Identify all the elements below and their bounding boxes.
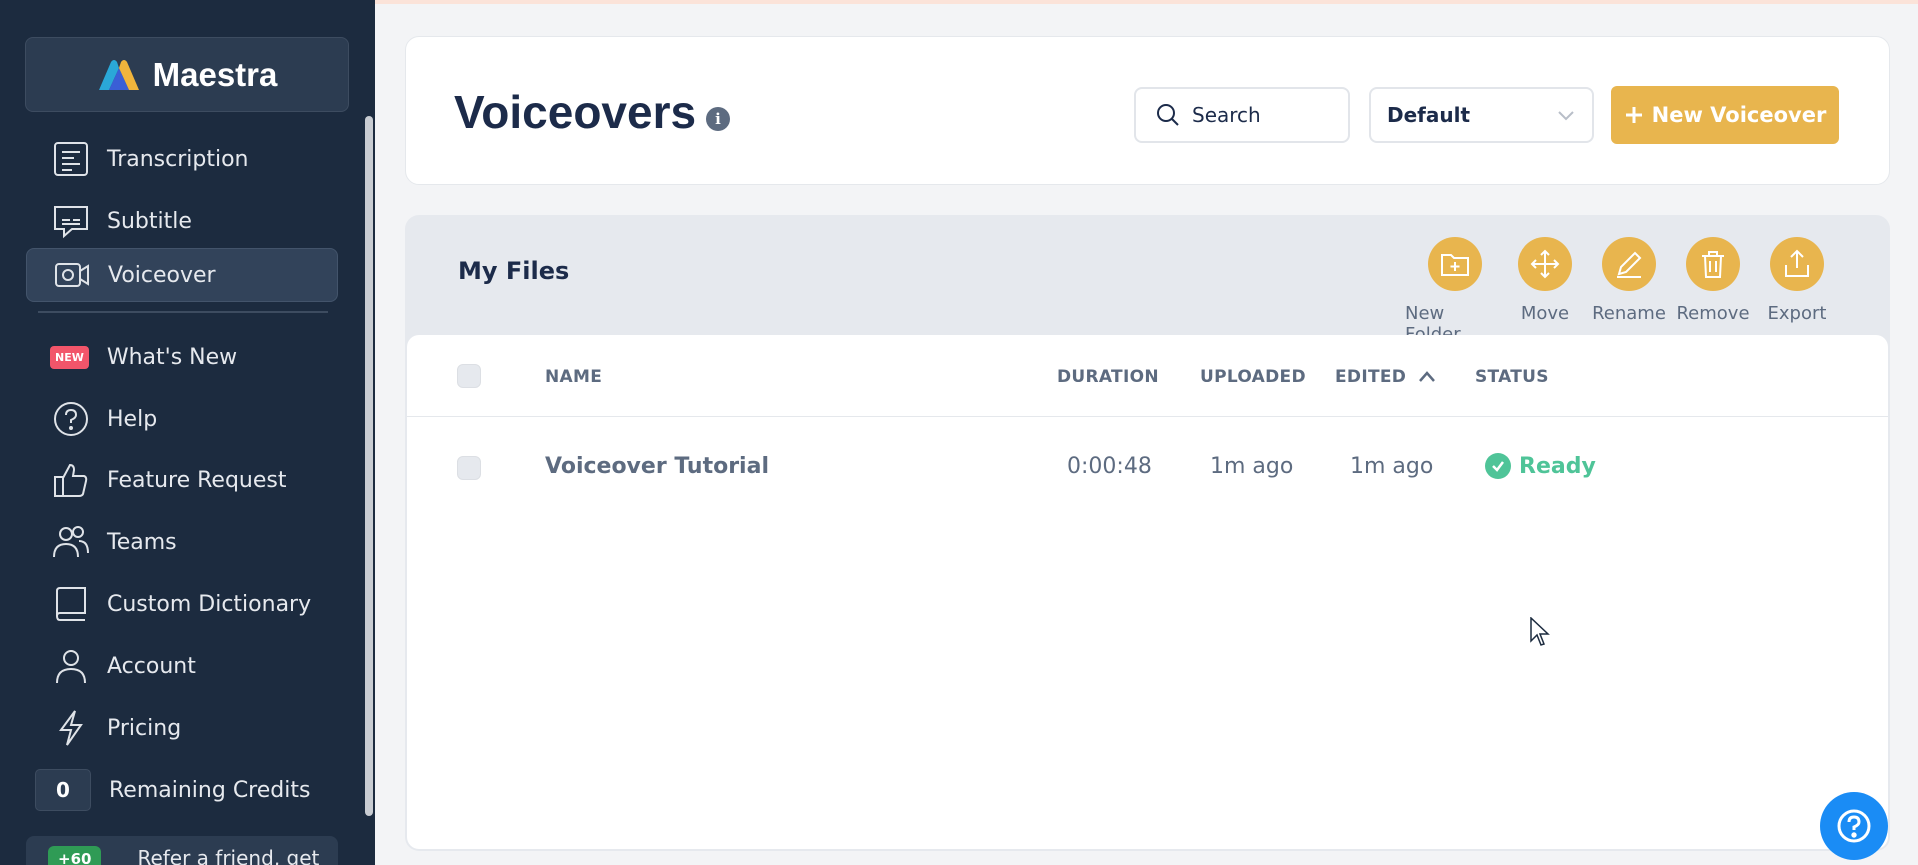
trash-icon (1686, 237, 1740, 291)
sidebar-divider (38, 311, 328, 313)
lightning-icon (51, 708, 91, 748)
refer-a-friend-banner[interactable]: +60 Refer a friend, get (26, 836, 338, 865)
credits-count: 0 (35, 769, 91, 811)
action-label: Move (1520, 303, 1570, 324)
info-icon[interactable]: i (706, 107, 730, 131)
mouse-cursor-icon (1530, 617, 1550, 646)
sidebar-item-account[interactable]: Account (26, 639, 338, 693)
sidebar-item-help[interactable]: Help (26, 392, 338, 446)
file-name[interactable]: Voiceover Tutorial (545, 454, 769, 479)
search-input[interactable] (1192, 103, 1332, 127)
page-title: Voiceovers (454, 86, 697, 138)
column-uploaded[interactable]: UPLOADED (1200, 367, 1306, 387)
sidebar-item-subtitle[interactable]: Subtitle (26, 194, 338, 248)
action-label: Rename (1592, 303, 1666, 324)
page-header: Voiceovers i Default New Voiceover (405, 36, 1890, 185)
new-voiceover-button[interactable]: New Voiceover (1611, 86, 1839, 144)
sidebar-scrollbar[interactable] (365, 116, 373, 816)
file-duration: 0:00:48 (1067, 454, 1152, 479)
sidebar-item-label: Teams (107, 529, 177, 555)
sidebar: Maestra Transcription Subtitle Voiceover… (0, 0, 375, 865)
sidebar-item-feature-request[interactable]: Feature Request (26, 453, 338, 507)
maestra-logo-icon (98, 59, 139, 90)
table-header: NAME DURATION UPLOADED EDITED STATUS (407, 335, 1888, 417)
action-label: Remove (1676, 303, 1750, 324)
sidebar-item-teams[interactable]: Teams (26, 515, 338, 569)
new-voiceover-label: New Voiceover (1651, 103, 1827, 127)
video-camera-icon (52, 255, 92, 295)
file-uploaded: 1m ago (1210, 454, 1294, 479)
book-icon (51, 584, 91, 624)
thumbs-up-icon (51, 460, 91, 500)
help-chat-button[interactable] (1820, 792, 1888, 860)
status-text: Ready (1519, 453, 1596, 479)
sidebar-item-pricing[interactable]: Pricing (26, 701, 338, 755)
sidebar-item-label: Help (107, 406, 158, 432)
file-edited: 1m ago (1350, 454, 1434, 479)
files-title: My Files (458, 257, 570, 285)
sidebar-item-label: Feature Request (107, 467, 287, 493)
files-panel: My Files New Folder Move Rename Remove E… (405, 215, 1890, 851)
top-accent-line (375, 0, 1918, 4)
sidebar-item-custom-dictionary[interactable]: Custom Dictionary (26, 577, 338, 631)
plus-icon (1625, 107, 1642, 123)
chevron-down-icon (1558, 111, 1574, 121)
select-all-checkbox[interactable] (457, 364, 481, 388)
sidebar-item-transcription[interactable]: Transcription (26, 132, 338, 186)
sidebar-item-label: Transcription (107, 146, 249, 172)
sidebar-item-label: What's New (106, 344, 238, 370)
sort-select-value: Default (1387, 103, 1471, 127)
export-button[interactable]: Export (1747, 237, 1847, 324)
action-label: Export (1767, 303, 1827, 324)
sidebar-item-label: Voiceover (108, 262, 216, 288)
users-icon (51, 522, 91, 562)
files-table: NAME DURATION UPLOADED EDITED STATUS Voi… (407, 335, 1888, 849)
sidebar-item-whats-new[interactable]: NEW What's New (26, 330, 338, 384)
column-status[interactable]: STATUS (1475, 367, 1549, 387)
sidebar-item-label: Remaining Credits (109, 777, 311, 803)
move-arrows-icon (1518, 237, 1572, 291)
sidebar-item-voiceover[interactable]: Voiceover (26, 248, 338, 302)
row-checkbox[interactable] (457, 456, 481, 480)
chevron-up-icon[interactable] (1417, 367, 1437, 387)
new-folder-button[interactable]: New Folder (1405, 237, 1505, 345)
sidebar-item-label: Custom Dictionary (107, 591, 312, 617)
pencil-icon (1602, 237, 1656, 291)
sidebar-item-label: Pricing (107, 715, 182, 741)
sidebar-item-label: Subtitle (107, 208, 192, 234)
brand-logo-button[interactable]: Maestra (25, 37, 349, 112)
question-icon (1837, 809, 1871, 843)
question-circle-icon (51, 399, 91, 439)
transcription-icon (51, 139, 91, 179)
search-icon (1157, 104, 1179, 126)
sort-select[interactable]: Default (1369, 87, 1594, 143)
check-circle-icon (1485, 453, 1511, 479)
search-box[interactable] (1134, 87, 1350, 143)
sidebar-item-label: Account (107, 653, 196, 679)
folder-plus-icon (1428, 237, 1482, 291)
sidebar-item-remaining-credits[interactable]: 0 Remaining Credits (26, 763, 338, 817)
column-edited[interactable]: EDITED (1335, 367, 1406, 387)
user-icon (51, 646, 91, 686)
refer-label: Refer a friend, get (137, 846, 320, 865)
table-row[interactable]: Voiceover Tutorial 0:00:48 1m ago 1m ago… (407, 417, 1888, 517)
column-duration[interactable]: DURATION (1057, 367, 1159, 387)
new-badge: NEW (50, 345, 89, 369)
export-icon (1770, 237, 1824, 291)
brand-name: Maestra (152, 55, 278, 93)
status-badge: Ready (1485, 453, 1596, 479)
subtitle-icon (51, 201, 91, 241)
column-name[interactable]: NAME (545, 367, 602, 387)
refer-badge: +60 (48, 846, 102, 865)
